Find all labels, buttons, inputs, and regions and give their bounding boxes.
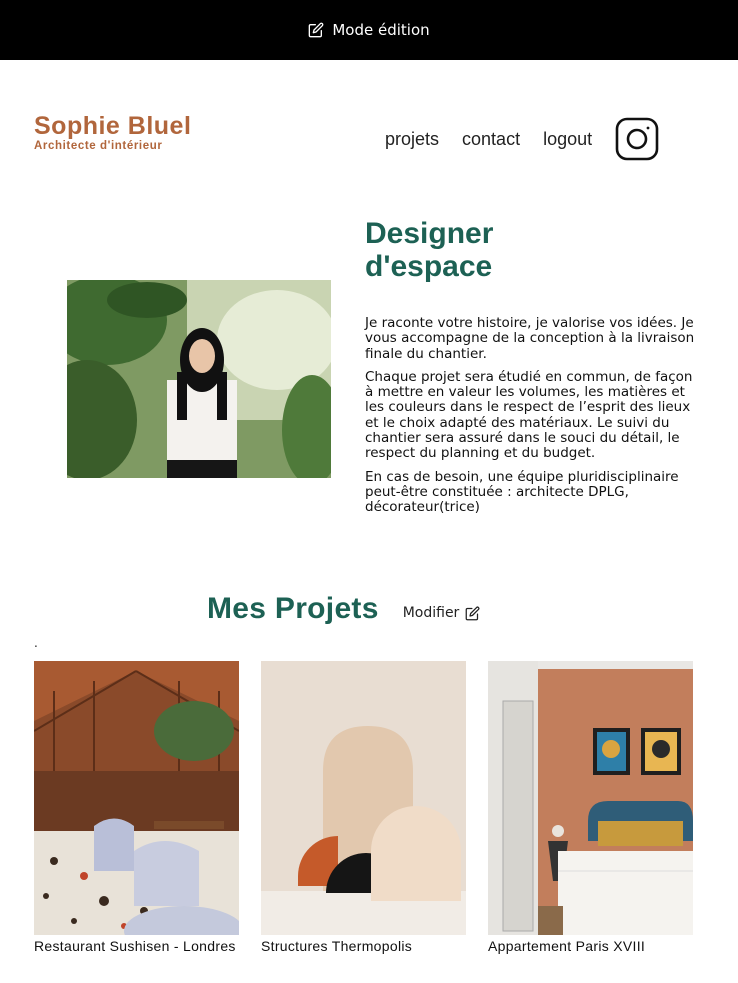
project-caption: Restaurant Sushisen - Londres (34, 938, 236, 954)
project-caption: Structures Thermopolis (261, 938, 413, 954)
intro-title: Designer d'espace (365, 217, 494, 283)
projects-title: Mes Projets (207, 592, 379, 625)
brand-name: Sophie Bluel (34, 112, 192, 140)
edit-icon (465, 606, 480, 620)
intro-paragraph: En cas de besoin, une équipe pluridiscip… (365, 468, 679, 516)
project-gallery: Restaurant Sushisen - Londres Structures… (34, 661, 693, 954)
project-card[interactable]: Appartement Paris XVIII (488, 661, 693, 954)
brand-subtitle: Architecte d'intérieur (34, 140, 163, 152)
project-image (34, 661, 239, 935)
edit-mode-label: Mode édition (332, 21, 430, 39)
project-image (261, 661, 466, 935)
modify-button[interactable]: Modifier (403, 605, 481, 621)
instagram-icon[interactable] (615, 117, 659, 161)
modify-label: Modifier (402, 605, 460, 621)
edit-mode-bar: Mode édition (0, 0, 738, 60)
architect-portrait (67, 280, 331, 478)
stray-dot: . (34, 636, 38, 650)
intro-paragraph: Je raconte votre histoire, je valorise v… (365, 315, 695, 362)
project-card[interactable]: Restaurant Sushisen - Londres (34, 661, 239, 954)
nav-projets[interactable]: projets (385, 117, 439, 161)
nav-logout[interactable]: logout (543, 117, 592, 161)
edit-icon (309, 22, 324, 38)
project-image (488, 661, 693, 935)
brand-logo: Sophie Bluel Architecte d'intérieur (34, 112, 191, 152)
project-card[interactable]: Structures Thermopolis (261, 661, 466, 954)
project-caption: Appartement Paris XVIII (488, 938, 646, 954)
projects-header: Mes Projets Modifier (207, 592, 480, 626)
intro-paragraph: Chaque projet sera étudié en commun, de … (365, 368, 693, 462)
intro-text: Je raconte votre histoire, je valorise v… (365, 315, 705, 524)
nav-contact[interactable]: contact (462, 117, 520, 161)
main-nav: projets contact logout (385, 117, 659, 161)
